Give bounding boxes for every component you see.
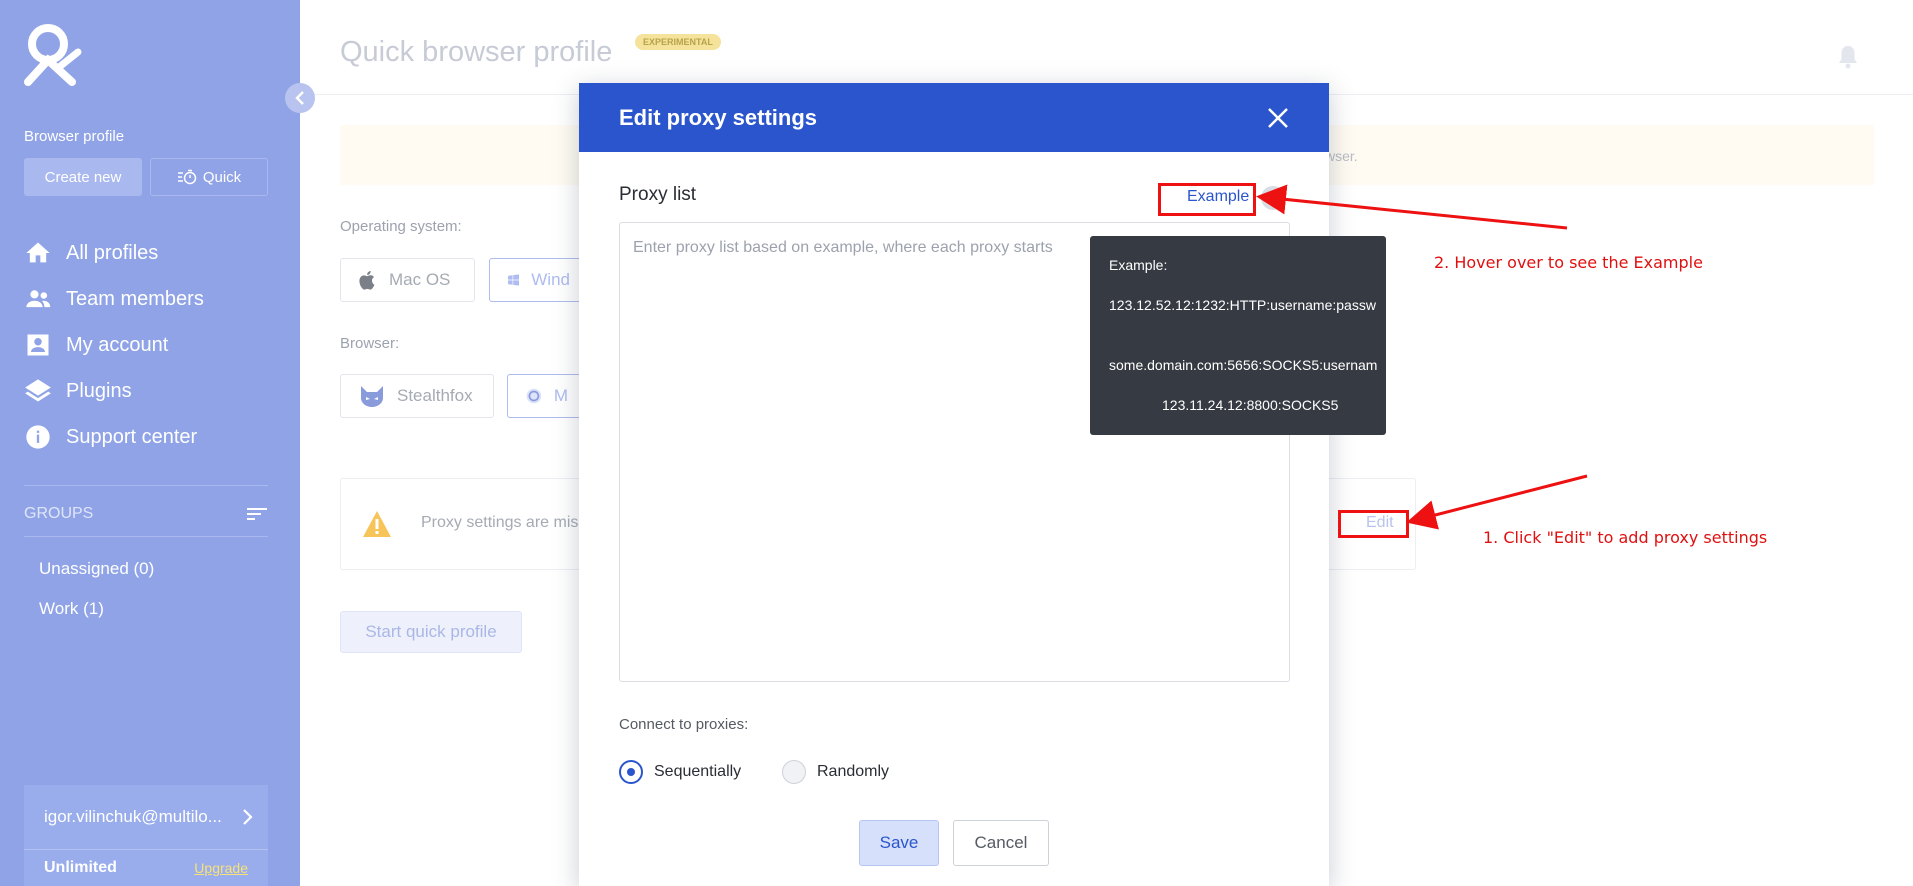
start-quick-profile-button[interactable]: Start quick profile: [340, 611, 522, 653]
create-new-button[interactable]: Create new: [24, 158, 142, 196]
connect-to-proxies-label: Connect to proxies:: [619, 716, 749, 733]
sidebar-item-label: My account: [66, 333, 169, 356]
radio-button[interactable]: [782, 760, 806, 784]
sidebar-item-all-profiles[interactable]: All profiles: [24, 230, 204, 276]
os-option-label: Mac OS: [389, 270, 451, 289]
modal-header: Edit proxy settings: [579, 83, 1329, 152]
user-account-menu[interactable]: igor.vilinchuk@multilo...: [24, 785, 268, 849]
browser-option-stealthfox[interactable]: Stealthfox: [340, 374, 494, 418]
info-icon: [26, 425, 50, 449]
proxy-list-placeholder: Enter proxy list based on example, where…: [633, 239, 1053, 256]
radio-randomly[interactable]: Randomly: [782, 760, 889, 784]
sidebar-item-support-center[interactable]: Support center: [24, 414, 204, 460]
experimental-badge: EXPERIMENTAL: [635, 34, 721, 50]
sidebar-item-label: Plugins: [66, 379, 132, 402]
apple-icon: [359, 271, 375, 290]
notice-text: wser.: [1325, 148, 1358, 164]
annotation-box-edit: [1338, 510, 1409, 538]
team-icon: [26, 290, 51, 308]
quick-timer-icon: [177, 169, 197, 185]
sidebar-item-my-account[interactable]: My account: [24, 322, 204, 368]
sidebar-nav: All profiles Team members My account Plu…: [24, 230, 204, 460]
groups-header: GROUPS: [24, 505, 268, 523]
chevron-right-icon: [243, 809, 253, 825]
bell-icon[interactable]: [1837, 44, 1859, 70]
upgrade-link[interactable]: Upgrade: [194, 860, 248, 876]
groups-title: GROUPS: [24, 505, 94, 522]
warning-icon: [363, 511, 391, 537]
user-email: igor.vilinchuk@multilo...: [44, 807, 222, 826]
proxy-list-label: Proxy list: [619, 184, 697, 205]
help-icon[interactable]: [1261, 186, 1285, 210]
annotation-box-example: [1158, 183, 1256, 216]
radio-label: Randomly: [817, 763, 890, 780]
multilogin-logo-icon: [24, 24, 82, 86]
browser-profile-label: Browser profile: [24, 128, 125, 145]
modal-title: Edit proxy settings: [619, 104, 818, 130]
home-icon: [26, 242, 50, 263]
cancel-button[interactable]: Cancel: [953, 820, 1049, 866]
browser-option-label: M: [553, 386, 568, 405]
collapse-sidebar-button[interactable]: [285, 83, 315, 113]
browser-label: Browser:: [340, 335, 400, 352]
browser-option-mimic[interactable]: M: [507, 374, 587, 418]
close-icon[interactable]: [1267, 107, 1289, 129]
quick-label: Quick: [202, 168, 242, 186]
stealthfox-icon: [361, 386, 383, 407]
os-option-windows[interactable]: Wind: [489, 258, 589, 302]
sidebar-item-label: Team members: [66, 287, 204, 310]
windows-icon: [508, 274, 520, 286]
sidebar-item-plugins[interactable]: Plugins: [24, 368, 204, 414]
annotation-click-note: 1. Click "Edit" to add proxy settings: [1483, 528, 1768, 547]
plan-name: Unlimited: [44, 859, 117, 876]
plan-box: Unlimited Upgrade: [24, 849, 268, 886]
radio-button-selected[interactable]: [619, 760, 643, 784]
sidebar-item-label: All profiles: [66, 241, 159, 264]
radio-label: Sequentially: [654, 763, 742, 780]
divider: [24, 536, 268, 537]
layers-icon: [25, 379, 51, 402]
tooltip-line: 123.11.24.12:8800:SOCKS5: [1162, 397, 1339, 413]
group-item-work[interactable]: Work (1): [39, 599, 104, 619]
save-button[interactable]: Save: [859, 820, 939, 866]
proxy-missing-text: Proxy settings are mis: [421, 514, 579, 531]
page-title: Quick browser profile: [340, 36, 613, 68]
os-option-label: Wind: [531, 270, 570, 289]
tooltip-line: some.domain.com:5656:SOCKS5:usernam: [1109, 357, 1378, 373]
tooltip-line: 123.12.52.12:1232:HTTP:username:passw: [1109, 297, 1376, 313]
radio-sequentially[interactable]: Sequentially: [619, 760, 741, 784]
mimic-icon: [526, 388, 542, 404]
divider: [24, 485, 268, 486]
sidebar: Browser profile Create new Quick All pro…: [0, 0, 300, 886]
os-label: Operating system:: [340, 218, 462, 235]
chevron-left-icon: [295, 91, 304, 105]
tooltip-heading: Example:: [1109, 257, 1168, 273]
account-icon: [27, 334, 49, 356]
example-tooltip: Example: 123.12.52.12:1232:HTTP:username…: [1090, 236, 1386, 435]
browser-option-label: Stealthfox: [397, 386, 473, 405]
sidebar-item-label: Support center: [66, 425, 198, 448]
sort-icon[interactable]: [246, 506, 268, 522]
sidebar-item-team-members[interactable]: Team members: [24, 276, 204, 322]
quick-button[interactable]: Quick: [150, 158, 268, 196]
group-item-unassigned[interactable]: Unassigned (0): [39, 559, 154, 579]
annotation-hover-note: 2. Hover over to see the Example: [1434, 253, 1703, 272]
os-option-macos[interactable]: Mac OS: [340, 258, 475, 302]
